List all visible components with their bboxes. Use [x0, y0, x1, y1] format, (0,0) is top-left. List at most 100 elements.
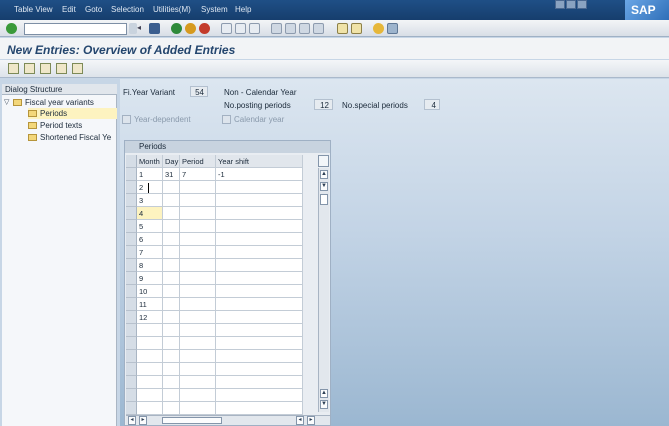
cell-day[interactable] — [163, 181, 180, 194]
cell-month[interactable] — [137, 402, 163, 415]
cell-day[interactable] — [163, 350, 180, 363]
scroll-left-icon[interactable]: ◂ — [128, 416, 136, 425]
copy-as-icon[interactable] — [40, 63, 51, 74]
cell-month[interactable]: 11 — [137, 298, 163, 311]
cell-day[interactable] — [163, 246, 180, 259]
cell-day[interactable] — [163, 233, 180, 246]
minimize-icon[interactable] — [555, 0, 565, 9]
row-selector[interactable] — [126, 311, 137, 324]
cell-period[interactable] — [180, 389, 216, 402]
row-selector[interactable] — [126, 233, 137, 246]
enter-icon[interactable] — [6, 23, 17, 34]
cell-day[interactable] — [163, 220, 180, 233]
menu-edit[interactable]: Edit — [62, 5, 76, 14]
help-icon[interactable] — [373, 23, 384, 34]
row-selector[interactable] — [126, 337, 137, 350]
row-selector[interactable] — [126, 350, 137, 363]
history-back-icon[interactable]: ◂ — [137, 23, 143, 34]
cell-month[interactable]: 5 — [137, 220, 163, 233]
cell-period[interactable] — [180, 337, 216, 350]
scroll-right-icon[interactable]: ▸ — [139, 416, 147, 425]
cell-day[interactable] — [163, 376, 180, 389]
cell-day[interactable] — [163, 285, 180, 298]
row-selector[interactable] — [126, 389, 137, 402]
cell-day[interactable] — [163, 337, 180, 350]
cell-month[interactable]: 7 — [137, 246, 163, 259]
scroll-up-icon[interactable]: ▲ — [320, 170, 328, 179]
find-icon[interactable] — [235, 23, 246, 34]
column-header-day[interactable]: Day — [163, 155, 180, 168]
cell-period[interactable] — [180, 272, 216, 285]
menu-selection[interactable]: Selection — [111, 5, 144, 14]
cell-day[interactable] — [163, 298, 180, 311]
cell-year-shift[interactable] — [216, 285, 303, 298]
cell-year-shift[interactable] — [216, 259, 303, 272]
cell-month[interactable]: 4 — [137, 207, 163, 220]
row-selector[interactable] — [126, 259, 137, 272]
cell-month[interactable] — [137, 324, 163, 337]
menu-goto[interactable]: Goto — [85, 5, 102, 14]
cell-year-shift[interactable] — [216, 324, 303, 337]
cell-period[interactable] — [180, 376, 216, 389]
year-dependent-checkbox[interactable] — [122, 115, 131, 124]
cell-period[interactable] — [180, 298, 216, 311]
expand-icon[interactable]: ▽ — [4, 99, 11, 106]
cell-period[interactable] — [180, 233, 216, 246]
save-icon[interactable] — [149, 23, 160, 34]
cell-year-shift[interactable] — [216, 402, 303, 415]
row-selector[interactable] — [126, 194, 137, 207]
cell-period[interactable] — [180, 363, 216, 376]
cell-period[interactable]: 7 — [180, 168, 216, 181]
cell-month[interactable]: 9 — [137, 272, 163, 285]
select-all-cell[interactable] — [126, 155, 137, 168]
first-page-icon[interactable] — [271, 23, 282, 34]
scroll-page-up-icon[interactable]: ▲ — [320, 389, 328, 398]
close-icon[interactable] — [577, 0, 587, 9]
cell-day[interactable] — [163, 324, 180, 337]
cell-day[interactable] — [163, 207, 180, 220]
cell-day[interactable] — [163, 402, 180, 415]
cell-year-shift[interactable] — [216, 311, 303, 324]
tree-item-fiscal-year-variants[interactable]: ▽ Fiscal year variants — [4, 97, 117, 108]
next-page-icon[interactable] — [299, 23, 310, 34]
cell-year-shift[interactable] — [216, 350, 303, 363]
scroll-far-left-icon[interactable]: ◂ — [296, 416, 304, 425]
cell-period[interactable] — [180, 220, 216, 233]
cell-year-shift[interactable] — [216, 389, 303, 402]
column-header-period[interactable]: Period — [180, 155, 216, 168]
menu-utilities[interactable]: Utilities(M) — [153, 5, 191, 14]
menu-system[interactable]: System — [201, 5, 228, 14]
row-selector[interactable] — [126, 207, 137, 220]
cell-period[interactable] — [180, 402, 216, 415]
horizontal-scrollbar[interactable]: ◂ ▸ ◂ ▸ — [126, 415, 330, 425]
cell-year-shift[interactable] — [216, 181, 303, 194]
exit-icon[interactable] — [185, 23, 196, 34]
row-selector[interactable] — [126, 272, 137, 285]
vertical-scrollbar[interactable]: ▲ ▼ ▲ ▼ — [318, 168, 329, 412]
cell-period[interactable] — [180, 350, 216, 363]
row-selector[interactable] — [126, 220, 137, 233]
cell-month[interactable] — [137, 363, 163, 376]
column-header-year-shift[interactable]: Year shift — [216, 155, 303, 168]
undo-change-icon[interactable] — [72, 63, 83, 74]
cancel-icon[interactable] — [199, 23, 210, 34]
command-dropdown-icon[interactable] — [129, 23, 137, 34]
settings-icon[interactable] — [387, 23, 398, 34]
row-selector[interactable] — [126, 363, 137, 376]
maximize-icon[interactable] — [566, 0, 576, 9]
table-settings-icon[interactable] — [318, 155, 329, 167]
find-next-icon[interactable] — [249, 23, 260, 34]
scroll-far-right-icon[interactable]: ▸ — [307, 416, 315, 425]
cell-period[interactable] — [180, 324, 216, 337]
calendar-year-checkbox[interactable] — [222, 115, 231, 124]
back-icon[interactable] — [171, 23, 182, 34]
new-session-icon[interactable] — [337, 23, 348, 34]
cell-month[interactable] — [137, 389, 163, 402]
horizontal-scroll-thumb[interactable] — [162, 417, 222, 424]
cell-year-shift[interactable] — [216, 246, 303, 259]
cell-year-shift[interactable] — [216, 207, 303, 220]
cell-period[interactable] — [180, 259, 216, 272]
cell-month[interactable]: 6 — [137, 233, 163, 246]
cell-day[interactable] — [163, 363, 180, 376]
cell-month[interactable]: 10 — [137, 285, 163, 298]
